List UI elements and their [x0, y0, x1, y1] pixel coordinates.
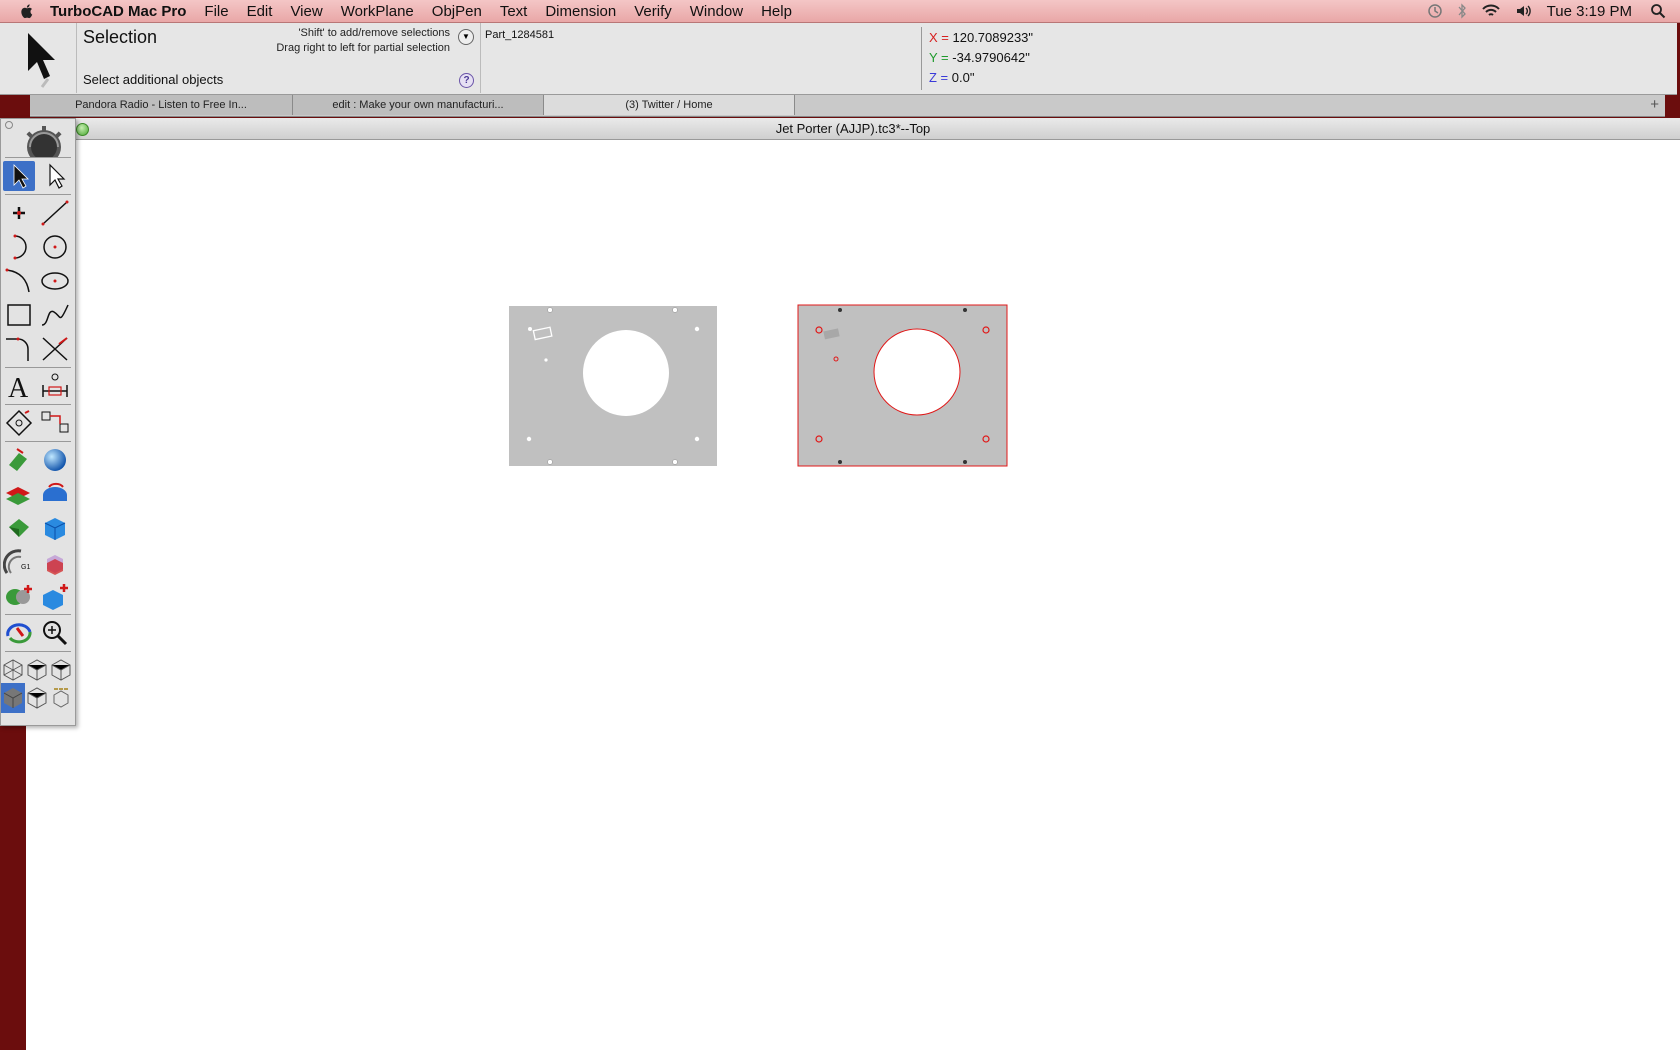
z-value: 0.0" — [951, 70, 975, 85]
circle-icon[interactable] — [39, 232, 71, 262]
menu-bar: TurboCAD Mac Pro File Edit View WorkPlan… — [0, 0, 1680, 23]
menu-objpen[interactable]: ObjPen — [432, 3, 482, 20]
new-tab-button[interactable]: + — [1650, 96, 1659, 113]
palette-separator — [5, 614, 71, 615]
palette-separator — [5, 651, 71, 652]
fillet-icon[interactable] — [3, 334, 35, 364]
tab-twitter[interactable]: (3) Twitter / Home — [544, 95, 795, 115]
palette-separator — [5, 194, 71, 195]
snap-icon[interactable] — [3, 408, 35, 438]
gear-icon[interactable] — [21, 123, 67, 164]
palette-close-button[interactable] — [5, 121, 13, 129]
x-coordinate: X = 120.7089233" — [929, 30, 1033, 45]
help-button[interactable]: ? — [459, 73, 474, 88]
menu-view[interactable]: View — [290, 3, 322, 20]
transform-icon[interactable] — [39, 408, 71, 438]
shell-icon[interactable] — [3, 513, 35, 543]
curve-icon[interactable] — [3, 266, 35, 296]
menu-workplane[interactable]: WorkPlane — [341, 3, 414, 20]
svg-text:G1: G1 — [21, 564, 30, 571]
hint-shift: 'Shift' to add/remove selections — [298, 27, 450, 39]
wireframe-icon[interactable] — [25, 683, 49, 713]
menu-file[interactable]: File — [204, 3, 228, 20]
dimension-icon[interactable] — [39, 371, 71, 401]
apple-icon[interactable] — [18, 2, 36, 20]
y-label: Y = — [929, 50, 949, 65]
menu-help[interactable]: Help — [761, 3, 792, 20]
zoom-icon[interactable] — [39, 618, 71, 648]
tab-edit[interactable]: edit : Make your own manufacturi... — [293, 95, 544, 115]
add-box-icon[interactable] — [39, 581, 71, 611]
trim-icon[interactable] — [39, 334, 71, 364]
part-plate-right-selected[interactable] — [797, 304, 1008, 467]
document-window: Jet Porter (AJJP).tc3*--Top — [26, 118, 1680, 1050]
bluetooth-icon[interactable] — [1457, 3, 1467, 19]
plane-icon[interactable] — [3, 479, 35, 509]
menu-verify[interactable]: Verify — [634, 3, 672, 20]
extrude-icon[interactable] — [3, 445, 35, 475]
tool-palette: A G1 — [0, 118, 76, 726]
app-name-menu[interactable]: TurboCAD Mac Pro — [50, 3, 186, 20]
mode-title: Selection — [83, 27, 158, 47]
text-icon[interactable]: A — [3, 371, 35, 404]
revolve-icon[interactable] — [39, 479, 71, 509]
part-name: Part_1284581 — [485, 29, 555, 41]
palette-separator — [5, 367, 71, 368]
options-dropdown-button[interactable]: ▼ — [458, 29, 474, 45]
box-icon[interactable] — [39, 513, 71, 543]
document-title: Jet Porter (AJJP).tc3*--Top — [775, 121, 931, 136]
spotlight-icon[interactable] — [1650, 3, 1666, 19]
menu-window[interactable]: Window — [690, 3, 743, 20]
shaded-icon[interactable] — [1, 683, 25, 713]
add-solid-icon[interactable] — [3, 581, 35, 611]
menu-dimension[interactable]: Dimension — [545, 3, 616, 20]
line-icon[interactable] — [39, 198, 71, 228]
boolean-icon[interactable] — [39, 547, 71, 577]
part-plate-left[interactable] — [509, 306, 717, 466]
view-iso2-icon[interactable] — [25, 655, 49, 685]
cam-icon[interactable]: G1 — [2, 547, 35, 577]
svg-text:A: A — [8, 373, 29, 401]
point-icon[interactable] — [3, 198, 35, 228]
document-title-bar: Jet Porter (AJJP).tc3*--Top — [26, 118, 1680, 140]
inspector-bar: Selection 'Shift' to add/remove selectio… — [0, 23, 1677, 95]
palette-separator — [5, 441, 71, 442]
y-coordinate: Y = -34.9790642" — [929, 50, 1030, 65]
y-value: -34.9790642" — [952, 50, 1030, 65]
spline-icon[interactable] — [39, 300, 71, 330]
time-machine-icon[interactable] — [1427, 3, 1443, 19]
selection-prompt: Select additional objects — [83, 72, 224, 87]
orbit-icon[interactable] — [3, 618, 35, 648]
select-arrow-icon[interactable] — [3, 161, 35, 191]
selection-panel: Selection 'Shift' to add/remove selectio… — [76, 23, 481, 93]
x-value: 120.7089233" — [952, 30, 1034, 45]
background-tab-bar: Pandora Radio - Listen to Free In... edi… — [30, 95, 1665, 117]
z-coordinate: Z = 0.0" — [929, 70, 974, 85]
tab-pandora[interactable]: Pandora Radio - Listen to Free In... — [30, 95, 293, 115]
edit-arrow-icon[interactable] — [39, 161, 71, 191]
ellipse-icon[interactable] — [39, 266, 71, 296]
menu-edit[interactable]: Edit — [247, 3, 273, 20]
zoom-window-button[interactable] — [76, 123, 89, 136]
view-iso3-icon[interactable] — [49, 655, 73, 685]
menu-extras: Tue 3:19 PM — [1427, 0, 1680, 22]
drawing-canvas[interactable] — [26, 139, 1680, 1050]
volume-icon[interactable] — [1515, 3, 1533, 19]
coord-divider — [921, 27, 922, 90]
hint-drag: Drag right to left for partial selection — [276, 42, 450, 54]
rectangle-icon[interactable] — [3, 300, 35, 330]
hidden-line-icon[interactable] — [49, 683, 73, 713]
view-iso1-icon[interactable] — [1, 655, 25, 685]
palette-separator — [5, 157, 71, 158]
wifi-icon[interactable] — [1481, 3, 1501, 19]
menu-text[interactable]: Text — [500, 3, 528, 20]
selection-tool-icon — [28, 33, 55, 88]
x-label: X = — [929, 30, 949, 45]
clock[interactable]: Tue 3:19 PM — [1547, 3, 1632, 20]
z-label: Z = — [929, 70, 949, 85]
arc-icon[interactable] — [3, 232, 35, 262]
palette-separator — [5, 404, 71, 405]
sphere-icon[interactable] — [39, 445, 71, 475]
